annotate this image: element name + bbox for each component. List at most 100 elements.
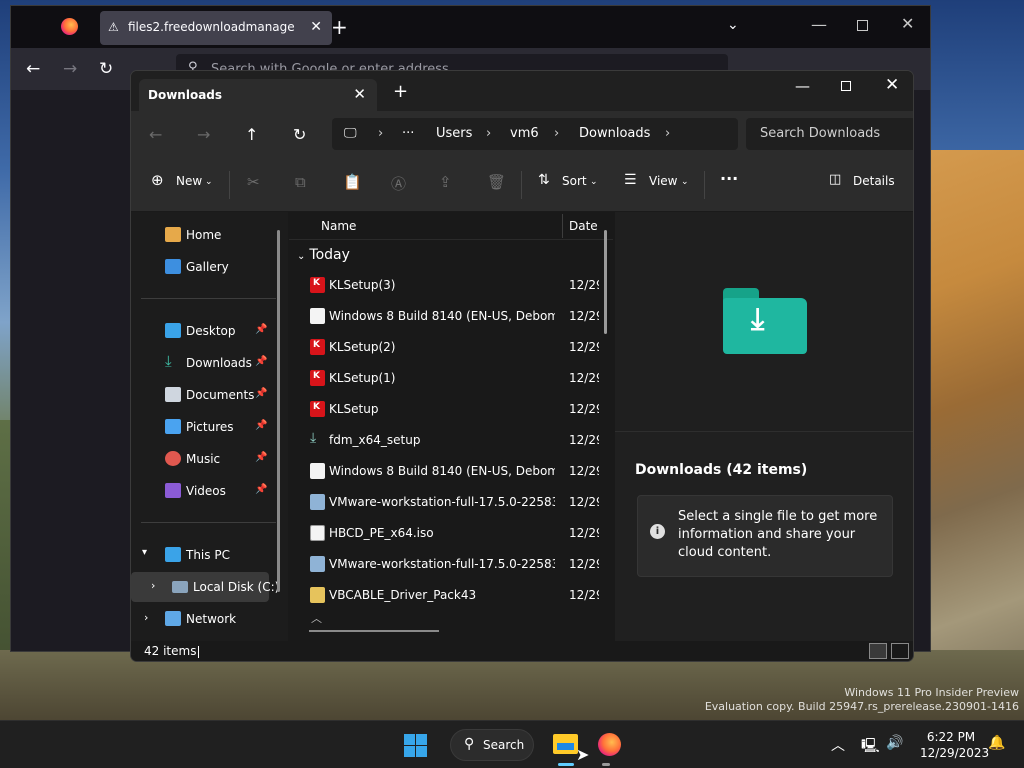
- nav-item-documents[interactable]: Documents 📌: [131, 380, 281, 410]
- column-date[interactable]: Date: [569, 219, 598, 233]
- clock[interactable]: 6:22 PM 12/29/2023: [920, 729, 989, 761]
- pin-icon[interactable]: 📌: [255, 420, 267, 431]
- forward-icon[interactable]: →: [63, 59, 77, 79]
- new-tab-button[interactable]: +: [331, 15, 348, 39]
- breadcrumb-vm6[interactable]: vm6: [510, 126, 539, 141]
- chevron-right-icon[interactable]: ›: [486, 126, 491, 141]
- horizontal-scrollbar[interactable]: [309, 630, 439, 632]
- chevron-right-icon[interactable]: ›: [665, 126, 670, 141]
- breadcrumb-users[interactable]: Users: [436, 126, 472, 141]
- nav-item-videos[interactable]: Videos 📌: [131, 476, 281, 506]
- column-name[interactable]: Name: [321, 219, 356, 233]
- details-view-toggle[interactable]: [869, 643, 887, 659]
- share-icon[interactable]: ⇪: [439, 173, 452, 191]
- gallery-icon: [165, 259, 181, 274]
- file-row[interactable]: Windows 8 Build 8140 (EN-US, Debombe... 1…: [289, 301, 603, 331]
- file-row[interactable]: KLSetup(1) 12/29: [289, 363, 603, 393]
- file-row[interactable]: Windows 8 Build 8140 (EN-US, Debombe... 1…: [289, 456, 603, 486]
- nav-scrollbar[interactable]: [277, 230, 280, 592]
- chevron-right-icon[interactable]: ›: [378, 126, 383, 141]
- volume-icon[interactable]: 🔊: [886, 735, 903, 751]
- nav-label: Documents: [186, 388, 255, 402]
- more-options-icon[interactable]: ···: [720, 169, 738, 188]
- chevron-down-icon[interactable]: ▾: [142, 547, 147, 558]
- taskbar-search[interactable]: ⚲ Search: [450, 729, 534, 761]
- nav-item-downloads[interactable]: ⤓ Downloads 📌: [131, 348, 281, 378]
- start-button[interactable]: [404, 734, 427, 757]
- group-header[interactable]: ⌄ Today: [297, 247, 350, 263]
- pin-icon[interactable]: 📌: [255, 484, 267, 495]
- file-row[interactable]: VMware-workstation-full-17.5.0-22583795 1…: [289, 549, 603, 579]
- browser-maximize-button[interactable]: [857, 20, 868, 31]
- file-row[interactable]: KLSetup(3) 12/29: [289, 270, 603, 300]
- forward-icon[interactable]: →: [197, 125, 210, 144]
- refresh-icon[interactable]: ↻: [293, 125, 306, 144]
- explorer-tab[interactable]: Downloads ✕: [139, 79, 377, 111]
- pin-icon[interactable]: 📌: [255, 452, 267, 463]
- search-box[interactable]: Search Downloads: [746, 118, 913, 150]
- chevron-right-icon[interactable]: ›: [554, 126, 559, 141]
- new-tab-button[interactable]: +: [393, 83, 408, 101]
- nav-item-desktop[interactable]: Desktop 📌: [131, 316, 281, 346]
- up-icon[interactable]: ↑: [245, 125, 258, 144]
- back-icon[interactable]: ←: [26, 59, 40, 79]
- chevron-right-icon[interactable]: ›: [144, 611, 148, 624]
- file-row[interactable]: KLSetup 12/29: [289, 394, 603, 424]
- file-explorer-taskbar-icon[interactable]: [553, 734, 578, 754]
- new-button[interactable]: New: [176, 174, 202, 188]
- breadcrumb[interactable]: 🖵 › ··· Users › vm6 › Downloads ›: [332, 118, 738, 150]
- file-scrollbar[interactable]: [604, 230, 607, 334]
- firefox-taskbar-icon[interactable]: [598, 733, 621, 756]
- more-icon[interactable]: ···: [402, 126, 414, 141]
- pin-icon[interactable]: 📌: [255, 356, 267, 367]
- nav-item-home[interactable]: Home: [131, 220, 281, 250]
- column-separator[interactable]: [562, 214, 563, 238]
- copy-icon[interactable]: ⧉: [295, 173, 306, 191]
- divider: [141, 298, 276, 299]
- explorer-title-bar: Downloads ✕ + — ✕: [131, 71, 913, 111]
- nav-item-network[interactable]: › Network: [131, 604, 281, 634]
- nav-item-gallery[interactable]: Gallery: [131, 252, 281, 282]
- back-icon[interactable]: ←: [149, 125, 162, 144]
- nav-item-local-disk[interactable]: › Local Disk (C:): [131, 572, 279, 602]
- firefox-view-icon[interactable]: [61, 18, 78, 35]
- sort-button[interactable]: Sort: [562, 174, 587, 188]
- close-tab-icon[interactable]: ✕: [310, 19, 322, 35]
- nav-item-pictures[interactable]: Pictures 📌: [131, 412, 281, 442]
- view-button[interactable]: View: [649, 174, 677, 188]
- nav-item-this-pc[interactable]: ▾ This PC: [131, 540, 281, 570]
- pc-icon[interactable]: 🖵: [344, 126, 357, 141]
- breadcrumb-downloads[interactable]: Downloads: [579, 126, 650, 141]
- cut-icon[interactable]: ✂: [247, 173, 260, 191]
- file-date: 12/29: [569, 464, 599, 478]
- browser-minimize-button[interactable]: —: [811, 15, 827, 34]
- paste-icon[interactable]: 📋: [343, 173, 362, 191]
- close-tab-icon[interactable]: ✕: [353, 85, 366, 103]
- rename-icon[interactable]: Ⓐ: [391, 173, 406, 194]
- maximize-button[interactable]: [841, 81, 851, 91]
- reload-icon[interactable]: ↻: [99, 59, 113, 79]
- browser-close-button[interactable]: ✕: [901, 14, 914, 33]
- file-row[interactable]: VBCABLE_Driver_Pack43 12/29: [289, 580, 603, 610]
- file-type-icon: [310, 401, 325, 417]
- taskbar: ⚲ Search ➤ ︿ 🖳 🔊 6:22 PM 12/29/2023 🔔: [0, 720, 1024, 768]
- browser-tab[interactable]: ⚠ files2.freedownloadmanager.org ✕: [100, 11, 332, 45]
- file-row[interactable]: HBCD_PE_x64.iso 12/29: [289, 518, 603, 548]
- minimize-button[interactable]: —: [795, 77, 810, 95]
- close-button[interactable]: ✕: [885, 75, 899, 95]
- notification-bell-icon[interactable]: 🔔: [988, 735, 1005, 751]
- delete-icon[interactable]: 🗑: [487, 173, 506, 191]
- pin-icon[interactable]: 📌: [255, 388, 267, 399]
- show-hidden-icons-chevron-icon[interactable]: ︿: [831, 735, 845, 755]
- desktop-icon: [165, 323, 181, 338]
- chevron-right-icon[interactable]: ›: [151, 579, 155, 592]
- pin-icon[interactable]: 📌: [255, 324, 267, 335]
- file-row[interactable]: KLSetup(2) 12/29: [289, 332, 603, 362]
- network-tray-icon[interactable]: 🖳: [861, 735, 880, 759]
- tiles-view-toggle[interactable]: [891, 643, 909, 659]
- list-tabs-chevron-icon[interactable]: ⌄: [727, 17, 739, 33]
- details-button[interactable]: Details: [853, 174, 895, 188]
- file-row[interactable]: fdm_x64_setup 12/29: [289, 425, 603, 455]
- file-row[interactable]: VMware-workstation-full-17.5.0-2258379..…: [289, 487, 603, 517]
- nav-item-music[interactable]: Music 📌: [131, 444, 281, 474]
